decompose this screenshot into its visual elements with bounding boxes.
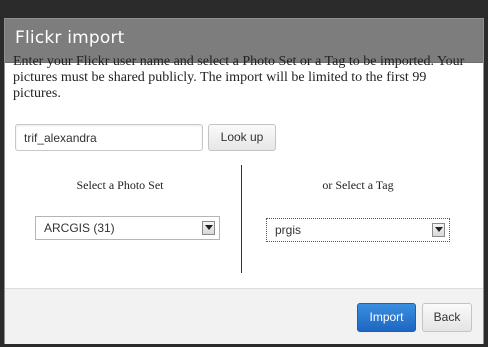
import-button[interactable]: Import (357, 303, 416, 332)
photoset-label: Select a Photo Set (76, 178, 164, 192)
tag-select[interactable]: prgis (266, 218, 450, 242)
back-button[interactable]: Back (422, 303, 472, 332)
username-input[interactable] (15, 124, 203, 151)
tag-label: or Select a Tag (322, 178, 394, 192)
dialog-title: Flickr import (15, 28, 125, 48)
intro-text: Enter your Flickr user name and select a… (13, 54, 465, 101)
column-divider (241, 165, 242, 273)
chevron-down-icon[interactable] (432, 223, 445, 237)
photoset-selected-value: ARCGIS (31) (44, 221, 115, 235)
lookup-button[interactable]: Look up (208, 124, 276, 151)
chevron-down-icon[interactable] (202, 221, 215, 235)
tag-selected-value: prgis (275, 223, 302, 237)
photoset-select[interactable]: ARCGIS (31) (35, 216, 220, 240)
